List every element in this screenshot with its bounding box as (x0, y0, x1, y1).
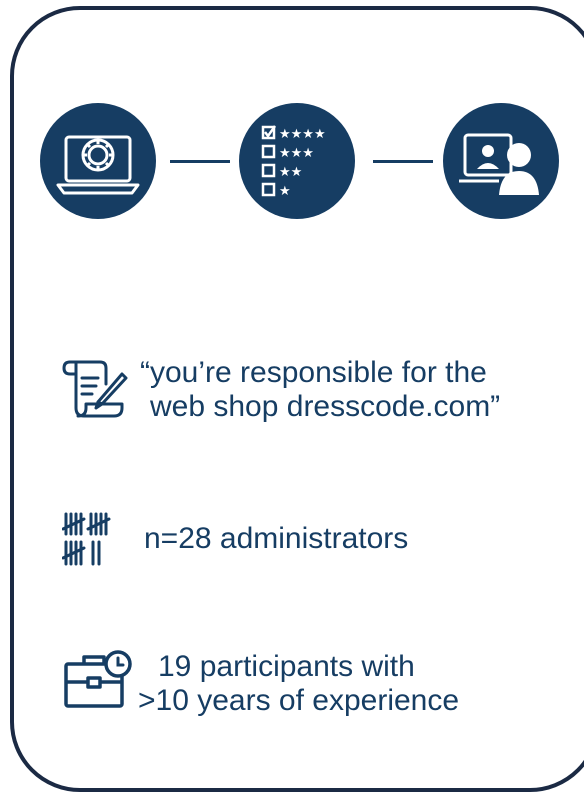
laptop-gear-icon (56, 135, 140, 195)
briefcase-clock-icon (64, 650, 132, 708)
step-rating-checklist: ★★★★ ★★★ ★★ ★ (239, 103, 355, 219)
quote-line-1: “you’re responsible for the (140, 356, 487, 389)
video-call-icon (459, 133, 539, 195)
experience-text: 19 participants with >10 years of experi… (138, 650, 459, 718)
step-video-call (443, 103, 559, 219)
svg-text:★★★★: ★★★★ (279, 127, 326, 142)
svg-text:★★★: ★★★ (279, 146, 314, 161)
sample-size-text: n=28 administrators (144, 522, 409, 555)
experience-line-2: >10 years of experience (138, 684, 460, 717)
svg-text:★★: ★★ (279, 165, 302, 180)
step-laptop-gear (40, 103, 156, 219)
flow-connector-1 (170, 160, 230, 163)
quote-text: “you’re responsible for the web shop dre… (140, 356, 500, 424)
svg-text:★: ★ (279, 184, 291, 199)
scroll-quill-icon (62, 360, 128, 418)
quote-item: “you’re responsible for the web shop dre… (62, 356, 500, 426)
experience-item: 19 participants with >10 years of experi… (62, 650, 459, 718)
sample-size-item: n=28 administrators (62, 512, 408, 568)
experience-line-1: 19 participants with (158, 650, 415, 683)
tally-marks-icon (62, 512, 111, 566)
flow-connector-2 (373, 160, 433, 163)
quote-line-2: web shop dresscode.com” (150, 390, 501, 423)
rating-checklist-icon: ★★★★ ★★★ ★★ ★ (261, 125, 326, 199)
